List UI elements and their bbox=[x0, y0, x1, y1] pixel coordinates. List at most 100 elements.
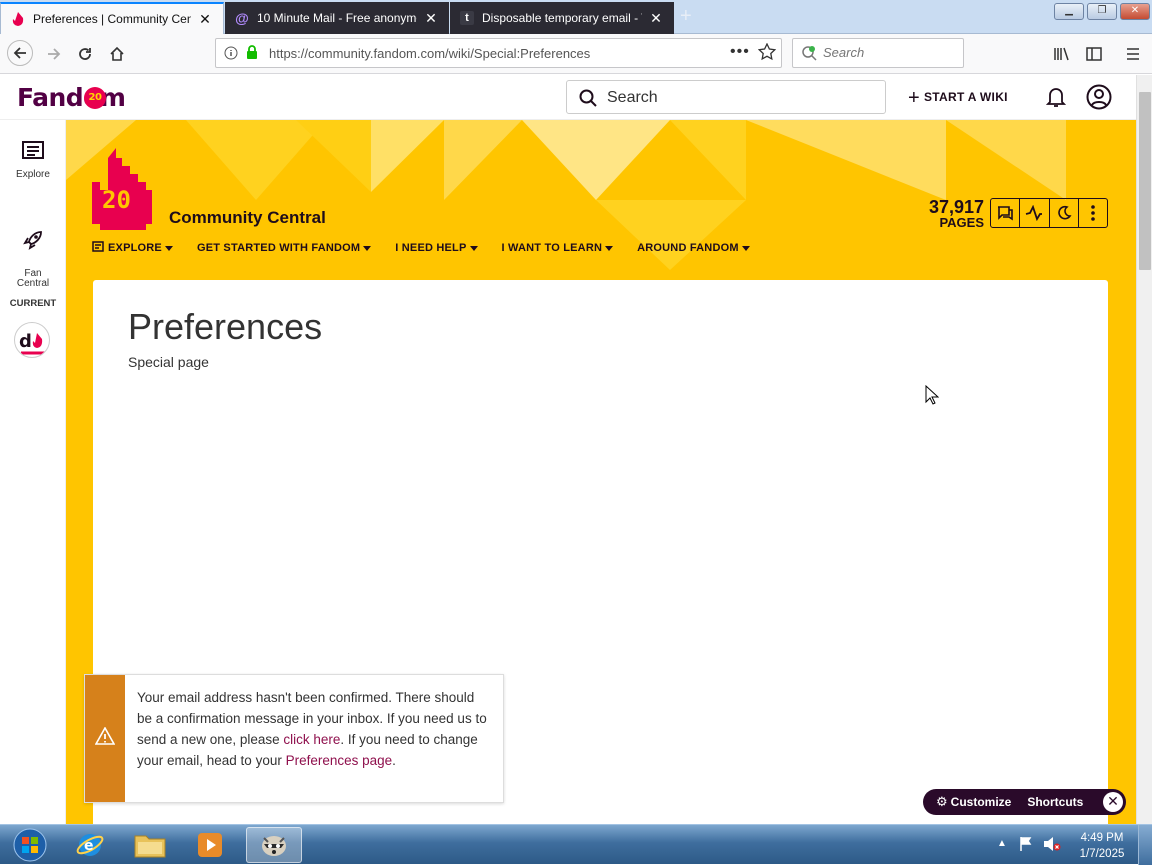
nav-around-fandom[interactable]: AROUND FANDOM bbox=[637, 241, 750, 255]
close-icon[interactable]: ✕ bbox=[1103, 792, 1123, 812]
window-close-icon[interactable]: ✕ bbox=[1120, 3, 1150, 20]
email-unconfirmed-banner: Your email address hasn't been confirmed… bbox=[84, 674, 504, 803]
svg-text:e: e bbox=[84, 838, 94, 854]
library-icon[interactable] bbox=[1050, 42, 1074, 66]
fandom-logo[interactable]: Fandom 20 bbox=[17, 83, 126, 112]
tab-disposable-email[interactable]: t Disposable temporary email - T ✕ bbox=[450, 2, 674, 34]
volume-muted-icon[interactable] bbox=[1043, 836, 1061, 857]
page-actions-icon[interactable]: ••• bbox=[730, 43, 750, 61]
customize-label: Customize bbox=[950, 795, 1012, 809]
user-avatar-icon[interactable] bbox=[1086, 84, 1112, 115]
raccoon-app-icon[interactable] bbox=[246, 827, 302, 863]
nav-want-to-learn[interactable]: I WANT TO LEARN bbox=[502, 241, 614, 255]
file-explorer-icon[interactable] bbox=[122, 827, 178, 863]
tab-preferences[interactable]: Preferences | Community Centr ✕ bbox=[0, 2, 224, 34]
nav-explore[interactable]: EXPLORE bbox=[92, 241, 173, 255]
tab-10-minute-mail[interactable]: @ 10 Minute Mail - Free anonymo ✕ bbox=[225, 2, 449, 34]
customize-shortcuts-bar: ⚙ Customize Shortcuts ✕ bbox=[923, 789, 1126, 815]
clock-date: 1/7/2025 bbox=[1079, 848, 1125, 860]
tab-title: Disposable temporary email - T bbox=[482, 11, 642, 25]
forward-icon[interactable] bbox=[42, 42, 66, 66]
nav-need-help-label: I NEED HELP bbox=[395, 242, 467, 254]
home-icon[interactable] bbox=[105, 42, 129, 66]
browser-nav-bar: https://community.fandom.com/wiki/Specia… bbox=[0, 34, 1152, 74]
scrollbar-thumb[interactable] bbox=[1139, 92, 1151, 270]
menu-icon[interactable] bbox=[1121, 42, 1145, 66]
discussions-icon[interactable] bbox=[991, 199, 1021, 227]
search-engine-icon bbox=[801, 45, 817, 66]
lock-icon[interactable] bbox=[246, 45, 258, 65]
svg-text:d: d bbox=[19, 331, 32, 352]
media-player-icon[interactable] bbox=[182, 827, 238, 863]
close-tab-icon[interactable]: ✕ bbox=[423, 10, 439, 27]
recent-activity-icon[interactable] bbox=[1020, 199, 1050, 227]
warning-icon bbox=[94, 726, 116, 750]
chevron-down-icon bbox=[164, 245, 173, 251]
nav-get-started[interactable]: GET STARTED WITH FANDOM bbox=[196, 241, 372, 255]
restore-icon[interactable]: ❐ bbox=[1087, 3, 1117, 20]
reload-icon[interactable] bbox=[73, 42, 97, 66]
info-icon[interactable] bbox=[224, 46, 238, 65]
notifications-bell-icon[interactable] bbox=[1045, 85, 1067, 114]
new-tab-icon[interactable]: + bbox=[680, 5, 692, 28]
explore-link[interactable]: Explore bbox=[0, 140, 66, 180]
browser-search-input[interactable] bbox=[823, 45, 953, 60]
tab-title: 10 Minute Mail - Free anonymo bbox=[257, 11, 417, 25]
explore-icon bbox=[0, 140, 66, 165]
banner-warning-strip bbox=[85, 675, 125, 802]
customize-button[interactable]: ⚙ Customize bbox=[936, 794, 1011, 810]
bookmark-star-icon[interactable] bbox=[757, 42, 777, 66]
sidebar-toggle-icon[interactable] bbox=[1082, 42, 1106, 66]
back-icon[interactable] bbox=[7, 40, 33, 66]
show-desktop-button[interactable] bbox=[1138, 825, 1152, 865]
shortcuts-button[interactable]: Shortcuts bbox=[1027, 795, 1083, 809]
browser-search-bar[interactable] bbox=[792, 38, 964, 68]
tab-title: Preferences | Community Centr bbox=[33, 12, 191, 26]
chevron-down-icon bbox=[363, 245, 372, 251]
wiki-logo-number: 20 bbox=[102, 186, 131, 214]
explore-nav-icon bbox=[92, 241, 104, 255]
fandom-logo-text: Fandom bbox=[17, 83, 126, 112]
pages-count-number: 37,917 bbox=[928, 197, 984, 217]
nav-get-started-label: GET STARTED WITH FANDOM bbox=[196, 242, 361, 254]
preferences-page-link[interactable]: Preferences page bbox=[286, 753, 393, 768]
left-rail: Explore Fan Central CURRENT d bbox=[0, 120, 66, 824]
internet-explorer-icon[interactable]: e bbox=[62, 827, 118, 863]
close-tab-icon[interactable]: ✕ bbox=[197, 11, 213, 28]
dark-mode-moon-icon[interactable] bbox=[1050, 199, 1079, 227]
current-label: CURRENT bbox=[9, 298, 57, 309]
mouse-cursor-icon bbox=[925, 384, 940, 410]
fan-central-label: Fan Central bbox=[16, 268, 50, 289]
windows-taskbar: e ▲ 4:49 PM 1/7/2025 bbox=[0, 824, 1152, 865]
more-options-icon[interactable] bbox=[1079, 199, 1107, 227]
close-tab-icon[interactable]: ✕ bbox=[648, 10, 664, 27]
system-clock[interactable]: 4:49 PM 1/7/2025 bbox=[1072, 830, 1132, 862]
t-letter-icon: t bbox=[460, 11, 474, 25]
chevron-down-icon bbox=[741, 245, 750, 251]
wiki-tools bbox=[990, 198, 1108, 228]
fandom-20-badge: 20 bbox=[84, 87, 106, 109]
url-bar[interactable]: https://community.fandom.com/wiki/Specia… bbox=[215, 38, 782, 68]
pages-count: 37,917 PAGES bbox=[914, 198, 984, 229]
url-text: https://community.fandom.com/wiki/Specia… bbox=[269, 46, 591, 61]
nav-need-help[interactable]: I NEED HELP bbox=[395, 241, 478, 255]
page-scrollbar[interactable] bbox=[1136, 75, 1152, 824]
wiki-name[interactable]: Community Central bbox=[169, 208, 326, 228]
pages-count-label: PAGES bbox=[939, 215, 984, 230]
action-center-flag-icon[interactable] bbox=[1018, 836, 1034, 857]
start-button[interactable] bbox=[2, 827, 58, 863]
windows-logo-icon bbox=[13, 828, 47, 862]
show-hidden-icons-icon[interactable]: ▲ bbox=[997, 838, 1007, 849]
banner-message: Your email address hasn't been confirmed… bbox=[137, 687, 493, 771]
fan-central-link[interactable]: Fan Central bbox=[0, 208, 66, 289]
current-wiki-avatar[interactable]: d bbox=[14, 322, 50, 358]
fandom-flame-icon bbox=[11, 12, 25, 26]
search-label: Search bbox=[607, 89, 658, 106]
fandom-search-box[interactable]: Search bbox=[566, 80, 886, 114]
search-icon bbox=[579, 89, 597, 112]
minimize-icon[interactable]: ▁ bbox=[1054, 3, 1084, 20]
wiki-navigation: EXPLORE GET STARTED WITH FANDOM I NEED H… bbox=[92, 241, 774, 255]
start-a-wiki-button[interactable]: + START A WIKI bbox=[908, 87, 1008, 110]
resend-confirmation-link[interactable]: click here bbox=[283, 732, 340, 747]
wiki-logo[interactable]: 20 bbox=[92, 148, 154, 230]
